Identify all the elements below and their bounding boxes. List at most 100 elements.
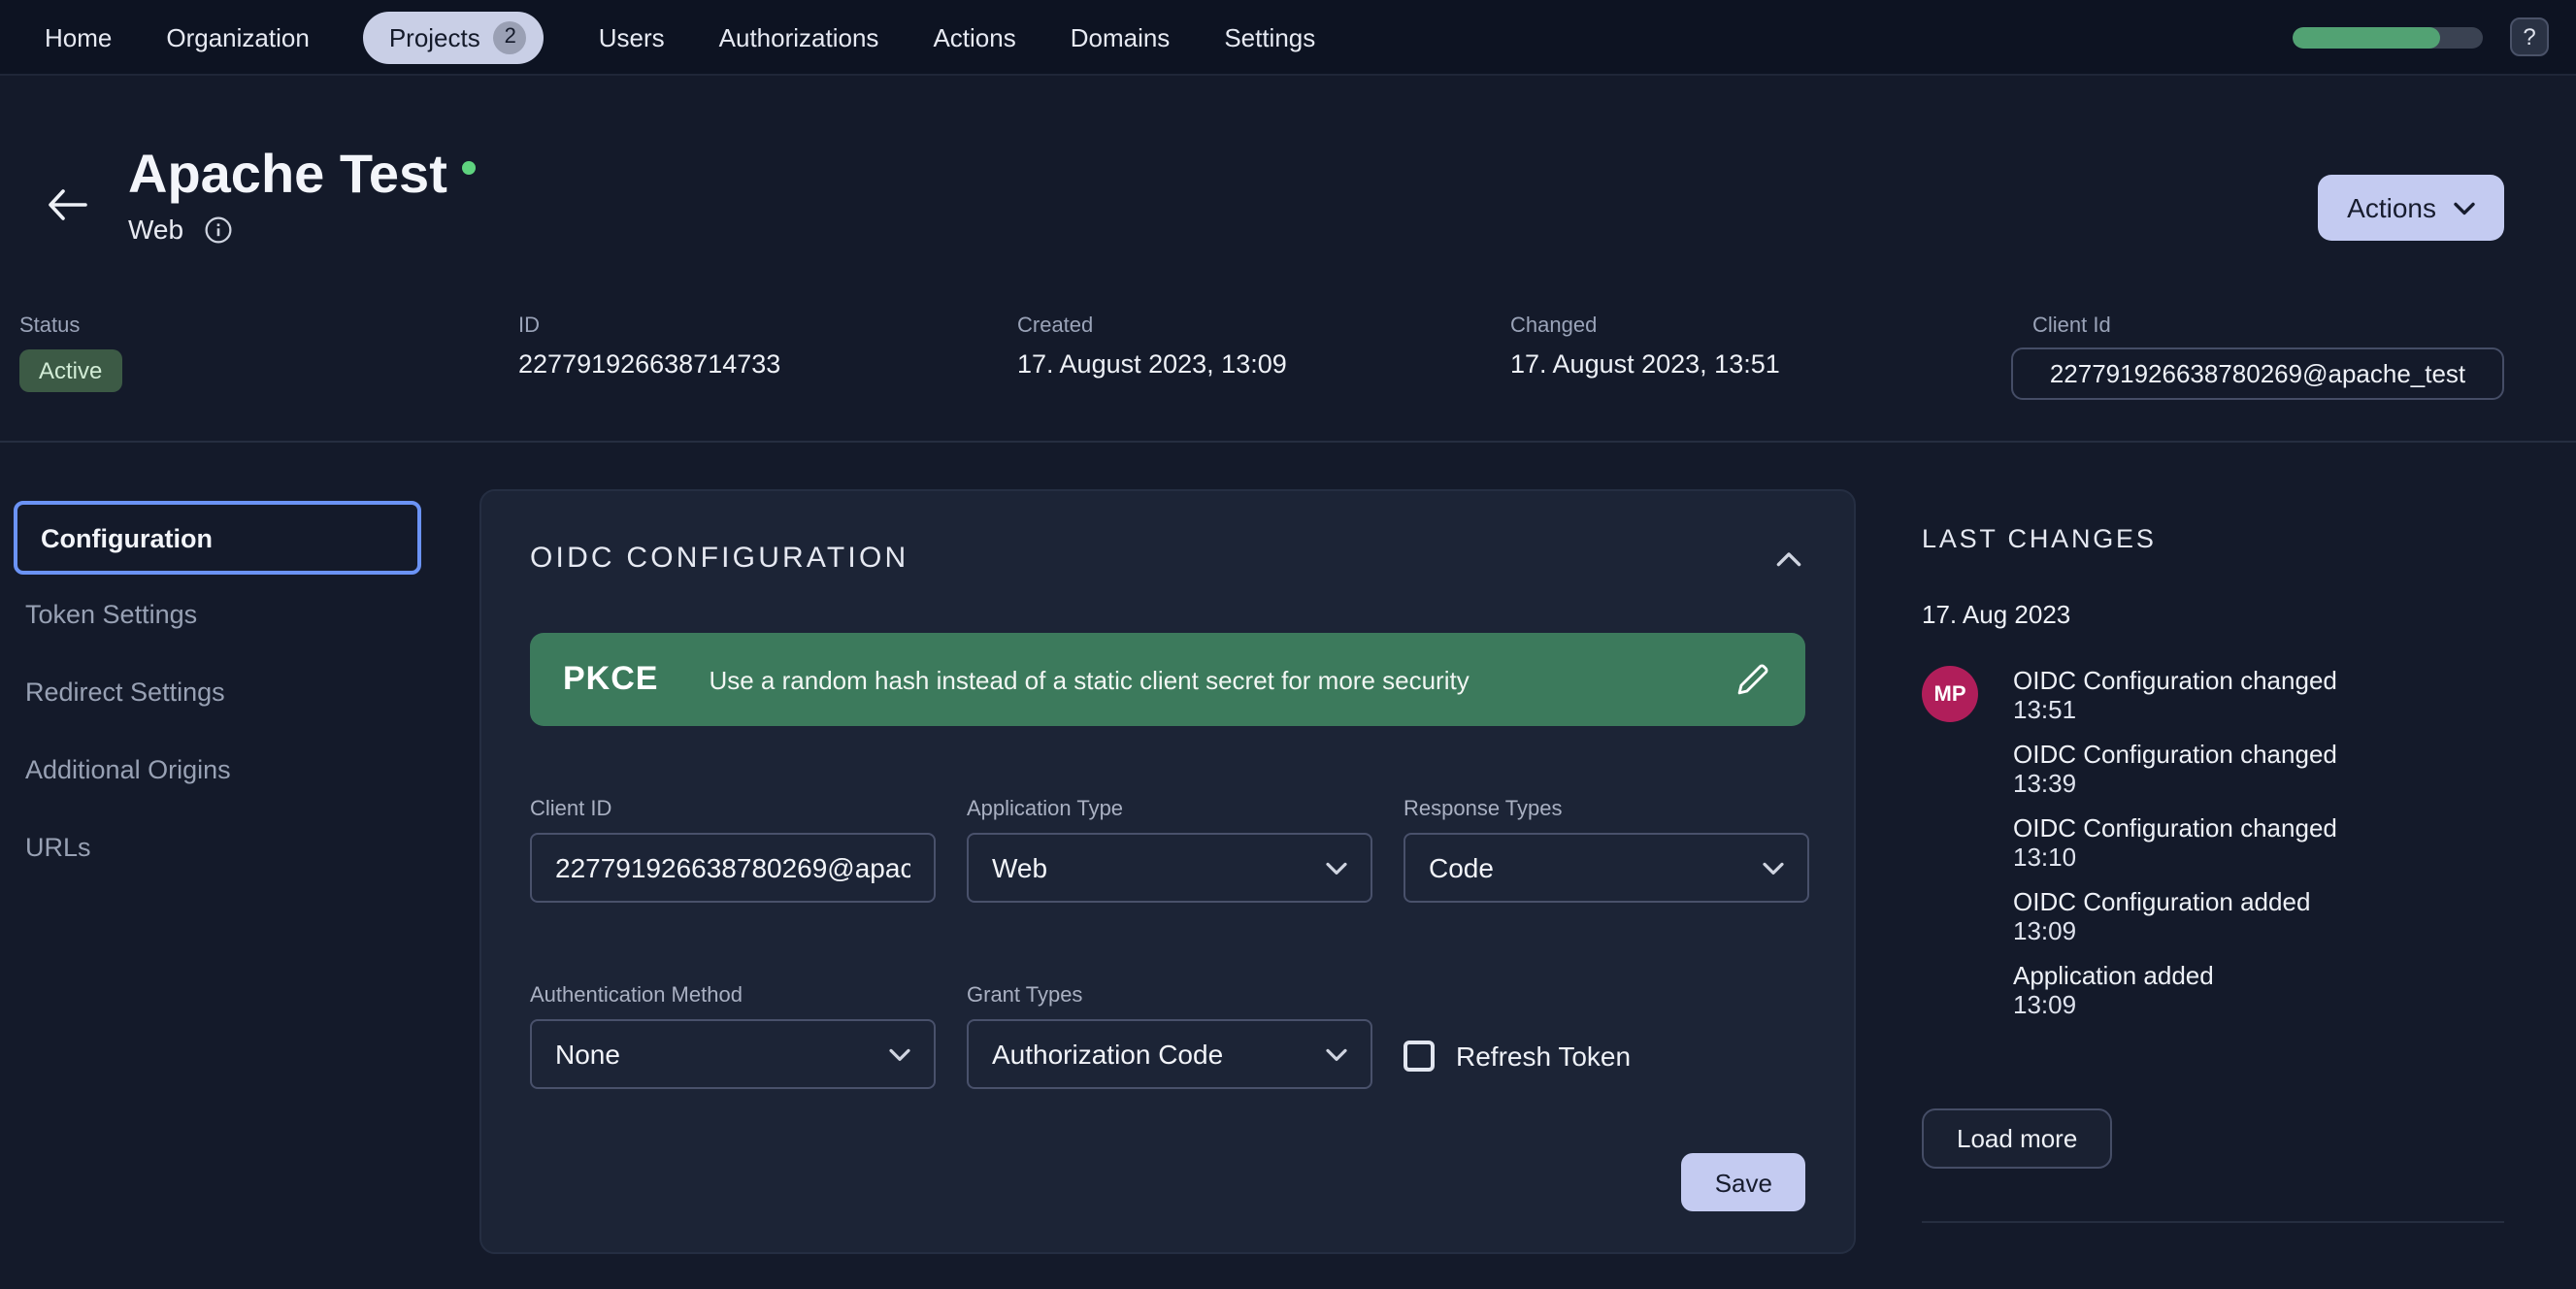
response-types-select[interactable]: Code xyxy=(1404,833,1809,903)
change-event-text: OIDC Configuration changed xyxy=(2013,740,2337,769)
change-event-text: OIDC Configuration changed xyxy=(2013,666,2337,695)
application-type-label: Application Type xyxy=(967,798,1372,821)
nav-item-settings[interactable]: Settings xyxy=(1224,22,1315,51)
change-event-text: OIDC Configuration changed xyxy=(2013,813,2337,843)
page-divider xyxy=(0,441,2576,443)
grant-types-value: Authorization Code xyxy=(992,1039,1223,1070)
chevron-down-icon xyxy=(1763,861,1784,875)
actions-menu-label: Actions xyxy=(2347,192,2436,223)
status-label: Status xyxy=(19,314,121,338)
page-title: Apache Test xyxy=(128,144,447,206)
grant-types-field-group: Grant Types Authorization Code xyxy=(967,984,1372,1091)
client-id-label: Client Id xyxy=(2032,314,2504,338)
top-navbar: Home Organization Projects 2 Users Autho… xyxy=(0,0,2576,76)
changes-divider xyxy=(1922,1221,2504,1223)
edit-auth-method-button[interactable] xyxy=(1726,653,1778,706)
nav-item-projects-label: Projects xyxy=(389,22,480,51)
chevron-up-icon xyxy=(1776,543,1801,572)
change-event-time: 13:09 xyxy=(2013,990,2337,1019)
oidc-configuration-card: OIDC CONFIGURATION PKCE Use a random has… xyxy=(479,489,1856,1254)
change-event: OIDC Configuration changed 13:51 xyxy=(2013,666,2337,724)
application-type-select[interactable]: Web xyxy=(967,833,1372,903)
sidebar-item-token-settings[interactable]: Token Settings xyxy=(14,575,421,652)
changed-value: 17. August 2023, 13:51 xyxy=(1510,349,1780,379)
load-more-button[interactable]: Load more xyxy=(1922,1108,2112,1169)
pkce-banner-title: PKCE xyxy=(563,660,658,699)
navbar-right: ? xyxy=(2293,17,2549,56)
change-event: OIDC Configuration added 13:09 xyxy=(2013,887,2337,945)
response-types-field-group: Response Types Code xyxy=(1404,798,1809,903)
change-event-time: 13:10 xyxy=(2013,843,2337,872)
response-types-value: Code xyxy=(1429,852,1494,883)
auth-method-value: None xyxy=(555,1039,620,1070)
changed-label: Changed xyxy=(1510,314,1780,338)
usage-progress-bar xyxy=(2293,26,2483,48)
client-id-chip[interactable]: 227791926638780269@apache_test xyxy=(2011,347,2504,400)
meta-row: Status Active ID 227791926638714733 Crea… xyxy=(0,311,2576,439)
change-event: OIDC Configuration changed 13:10 xyxy=(2013,813,2337,872)
meta-created: Created 17. August 2023, 13:09 xyxy=(1017,314,1287,379)
meta-id: ID 227791926638714733 xyxy=(518,314,780,379)
grant-types-label: Grant Types xyxy=(967,984,1372,1008)
oidc-card-title: OIDC CONFIGURATION xyxy=(530,542,908,575)
chevron-down-icon xyxy=(1326,861,1347,875)
nav-item-domains[interactable]: Domains xyxy=(1071,22,1171,51)
refresh-token-field-group: Refresh Token xyxy=(1404,984,1809,1091)
auth-method-field-group: Authentication Method None xyxy=(530,984,936,1091)
changes-date: 17. Aug 2023 xyxy=(1922,600,2504,629)
avatar: MP xyxy=(1922,666,1978,722)
refresh-token-label: Refresh Token xyxy=(1456,1041,1631,1072)
settings-side-nav: Configuration Token Settings Redirect Se… xyxy=(14,501,421,885)
id-value: 227791926638714733 xyxy=(518,349,780,379)
arrow-left-icon xyxy=(47,198,87,227)
save-button[interactable]: Save xyxy=(1682,1153,1805,1211)
info-circle-icon[interactable] xyxy=(203,215,232,244)
response-types-label: Response Types xyxy=(1404,798,1809,821)
nav-item-projects[interactable]: Projects 2 xyxy=(364,11,545,63)
nav-item-authorizations[interactable]: Authorizations xyxy=(719,22,879,51)
app-root: Home Organization Projects 2 Users Autho… xyxy=(0,0,2576,1289)
auth-method-select[interactable]: None xyxy=(530,1019,936,1089)
nav-item-home[interactable]: Home xyxy=(45,22,112,51)
nav-item-organization[interactable]: Organization xyxy=(166,22,309,51)
active-status-dot xyxy=(463,161,477,175)
pkce-banner: PKCE Use a random hash instead of a stat… xyxy=(530,633,1805,726)
nav-item-actions[interactable]: Actions xyxy=(933,22,1015,51)
sidebar-item-redirect-settings[interactable]: Redirect Settings xyxy=(14,652,421,730)
sidebar-item-configuration[interactable]: Configuration xyxy=(14,501,421,575)
change-event-time: 13:51 xyxy=(2013,695,2337,724)
change-event: OIDC Configuration changed 13:39 xyxy=(2013,740,2337,798)
auth-method-label: Authentication Method xyxy=(530,984,936,1008)
actions-menu-button[interactable]: Actions xyxy=(2318,175,2504,241)
status-badge: Active xyxy=(19,349,121,392)
projects-count-badge: 2 xyxy=(494,20,527,53)
back-button[interactable] xyxy=(47,188,87,221)
oidc-form: Client ID Application Type Web Response … xyxy=(530,798,1805,1091)
refresh-token-checkbox[interactable] xyxy=(1404,1041,1435,1072)
chevron-down-icon xyxy=(2454,201,2475,215)
created-label: Created xyxy=(1017,314,1287,338)
application-type-field-group: Application Type Web xyxy=(967,798,1372,903)
client-id-field-group: Client ID xyxy=(530,798,936,903)
collapse-card-button[interactable] xyxy=(1772,546,1805,570)
client-id-field-label: Client ID xyxy=(530,798,936,821)
sidebar-item-urls[interactable]: URLs xyxy=(14,808,421,885)
change-event-text: OIDC Configuration added xyxy=(2013,887,2337,916)
meta-changed: Changed 17. August 2023, 13:51 xyxy=(1510,314,1780,379)
application-type-value: Web xyxy=(992,852,1047,883)
chevron-down-icon xyxy=(1326,1047,1347,1061)
id-label: ID xyxy=(518,314,780,338)
sidebar-item-additional-origins[interactable]: Additional Origins xyxy=(14,730,421,808)
change-event-text: Application added xyxy=(2013,961,2337,990)
refresh-token-toggle[interactable]: Refresh Token xyxy=(1404,1021,1809,1091)
help-button[interactable]: ? xyxy=(2510,17,2549,56)
change-event-time: 13:39 xyxy=(2013,769,2337,798)
last-changes-title: LAST CHANGES xyxy=(1922,524,2504,553)
title-block: Apache Test Web xyxy=(128,144,477,245)
nav-list: Home Organization Projects 2 Users Autho… xyxy=(45,11,2293,63)
meta-status: Status Active xyxy=(19,314,121,392)
grant-types-select[interactable]: Authorization Code xyxy=(967,1019,1372,1089)
nav-item-users[interactable]: Users xyxy=(599,22,665,51)
created-value: 17. August 2023, 13:09 xyxy=(1017,349,1287,379)
client-id-input[interactable] xyxy=(530,833,936,903)
